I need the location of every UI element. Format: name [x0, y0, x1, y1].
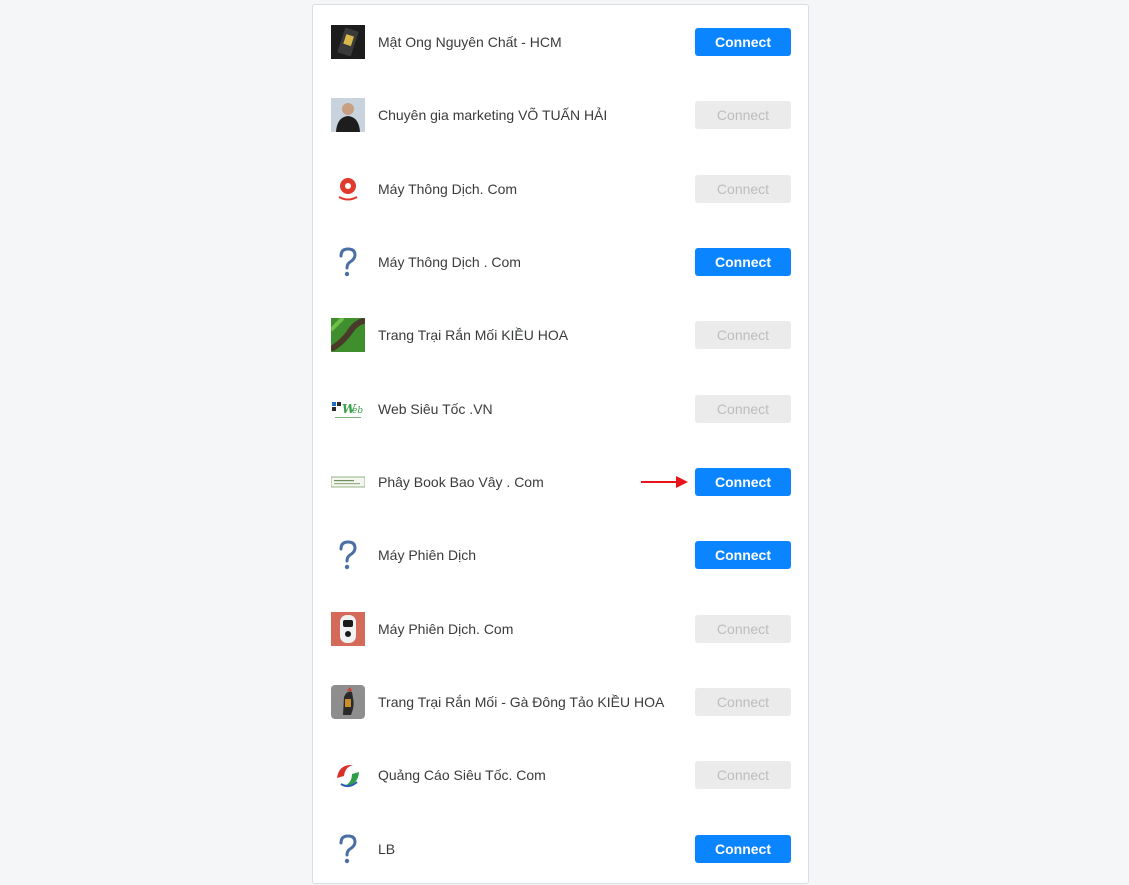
connect-button[interactable]: Connect — [695, 541, 791, 570]
rooster-photo-icon — [331, 685, 365, 719]
page-row: Chuyên gia marketing VÕ TUẤN HẢI Connect — [313, 78, 808, 151]
page-row: W eb Web Siêu Tốc .VN Connect — [313, 372, 808, 445]
lizard-photo-icon — [331, 318, 365, 353]
connect-button[interactable]: Connect — [695, 394, 791, 423]
web-logo-icon: W eb — [331, 391, 365, 426]
page-name: Chuyên gia marketing VÕ TUẤN HẢI — [378, 107, 608, 124]
question-mark-icon — [331, 538, 365, 572]
page-row: Mật Ong Nguyên Chất - HCM Connect — [313, 5, 808, 78]
page-row: Máy Thông Dịch. Com Connect — [313, 152, 808, 225]
page-name: Quảng Cáo Siêu Tốc. Com — [378, 767, 546, 784]
swirl-logo-icon — [331, 758, 365, 793]
page-name: Máy Phiên Dịch — [378, 547, 477, 564]
page-row: Phây Book Bao Vây . Com Connect — [313, 445, 808, 518]
page-name: Web Siêu Tốc .VN — [378, 400, 493, 417]
person-photo-icon — [331, 98, 365, 133]
page-row: Trang Trại Rắn Mối KIỀU HOA Connect — [313, 298, 808, 371]
connect-button[interactable]: Connect — [695, 174, 791, 203]
page-name: Phây Book Bao Vây . Com — [378, 474, 544, 490]
page-row: Quảng Cáo Siêu Tốc. Com Connect — [313, 738, 808, 811]
connect-button[interactable]: Connect — [695, 468, 791, 496]
connect-button[interactable]: Connect — [695, 614, 791, 643]
page-name: Máy Thông Dịch. Com — [378, 180, 518, 197]
page-row: LB Connect — [313, 812, 808, 885]
page-name: Máy Thông Dịch . Com — [378, 254, 521, 270]
connect-button[interactable]: Connect — [695, 28, 791, 56]
connect-button[interactable]: Connect — [695, 101, 791, 130]
connect-button[interactable]: Connect — [695, 248, 791, 276]
page-row: Máy Thông Dịch . Com Connect — [313, 225, 808, 298]
connect-button[interactable]: Connect — [695, 321, 791, 350]
page-name: Trang Trại Rắn Mối - Gà Đông Tảo KIỀU HO… — [378, 694, 665, 710]
connect-button[interactable]: Connect — [695, 834, 791, 863]
globe-pin-logo-icon — [331, 171, 365, 206]
page-name: Trang Trại Rắn Mối KIỀU HOA — [378, 327, 569, 344]
page-list-panel: Mật Ong Nguyên Chất - HCM Connect Chuyên… — [312, 4, 809, 884]
translator-device-photo-icon — [331, 611, 365, 646]
page-name: Máy Phiên Dịch. Com — [378, 620, 514, 637]
connect-button[interactable]: Connect — [695, 688, 791, 716]
page-name: LB — [378, 840, 396, 857]
red-arrow-icon — [640, 474, 690, 490]
page-row: Trang Trại Rắn Mối - Gà Đông Tảo KIỀU HO… — [313, 665, 808, 738]
connect-button[interactable]: Connect — [695, 761, 791, 790]
page-row: Máy Phiên Dịch Connect — [313, 518, 808, 591]
question-mark-icon — [331, 832, 365, 866]
page-name: Mật Ong Nguyên Chất - HCM — [378, 34, 562, 50]
question-mark-icon — [331, 245, 365, 279]
honey-jar-photo-icon — [331, 25, 365, 59]
svg-text:eb: eb — [352, 406, 363, 416]
banner-logo-icon — [331, 465, 365, 499]
page-row: Máy Phiên Dịch. Com Connect — [313, 592, 808, 665]
